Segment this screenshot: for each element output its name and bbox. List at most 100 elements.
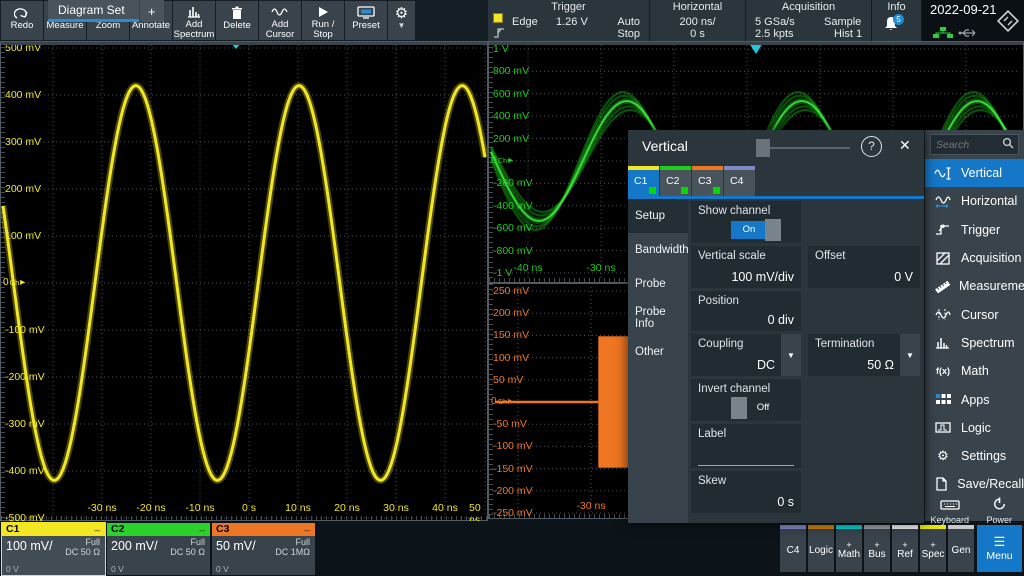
sidebar-item-math[interactable]: f(x)Math: [925, 357, 1024, 385]
channel-badge-c3[interactable]: C3_50 mV/FullDC 1MΩ0 V: [212, 523, 315, 575]
acquisition-hist: Hist 1: [834, 28, 862, 40]
offset-value[interactable]: 0 V: [894, 270, 913, 284]
channel-tab-c3[interactable]: C3: [692, 166, 723, 196]
run-stop-button[interactable]: Run / Stop: [302, 1, 344, 40]
trigger-icon: [933, 223, 953, 236]
label-field[interactable]: Label: [691, 424, 801, 468]
trigger-status[interactable]: Trigger Edge 1.26 V Auto Stop: [487, 0, 649, 41]
delete-icon: [230, 4, 244, 21]
horizontal-status[interactable]: Horizontal 200 ns/ 0 s: [649, 0, 745, 41]
channel-zero-marker[interactable]: 0Ch▸: [491, 155, 513, 166]
dialog-menu-bandwidth[interactable]: Bandwidth: [628, 233, 688, 267]
toggle-knob[interactable]: [765, 219, 781, 241]
add-gen-button[interactable]: Gen: [948, 525, 974, 572]
sidebar-item-horizontal[interactable]: Horizontal: [925, 187, 1024, 215]
dialog-transparency-slider[interactable]: [758, 147, 850, 149]
add-spectrum-button[interactable]: Add Spectrum: [173, 1, 215, 40]
diagram-set-tab[interactable]: Diagram Set +: [48, 0, 164, 22]
add-ref-button[interactable]: +Ref: [892, 525, 918, 572]
channel-badge-c2[interactable]: C2_200 mV/FullDC 50 Ω0 V: [107, 523, 210, 575]
minimize-icon[interactable]: _: [94, 521, 100, 532]
delete-button[interactable]: Delete: [216, 1, 258, 40]
position-field[interactable]: Position 0 div: [691, 291, 801, 331]
redo-button[interactable]: Redo: [1, 1, 43, 40]
invert-channel-field[interactable]: Invert channel Off: [691, 379, 801, 421]
add-logic-button[interactable]: Logic: [808, 525, 834, 572]
dialog-menu-probe-info[interactable]: Probe Info: [628, 301, 688, 335]
sidebar-item-save-recall[interactable]: Save/Recall: [925, 470, 1024, 498]
info-status[interactable]: Info 5: [871, 0, 921, 41]
sidebar-item-logic[interactable]: Logic: [925, 414, 1024, 442]
channel-badge-c1[interactable]: C1_100 mV/FullDC 50 Ω0 V: [2, 523, 105, 575]
termination-field[interactable]: Termination 50 Ω ▼: [808, 334, 920, 376]
search-input[interactable]: [931, 139, 1002, 151]
dialog-menu-setup[interactable]: Setup: [628, 199, 688, 233]
channel-color-stripe: [692, 166, 723, 170]
termination-dropdown-button[interactable]: ▼: [900, 334, 920, 376]
x-axis-tick-label: -10 ns: [185, 502, 214, 514]
vertical-scale-value[interactable]: 100 mV/div: [731, 270, 794, 284]
sidebar-item-vertical[interactable]: Vertical: [925, 159, 1024, 187]
position-value[interactable]: 0 div: [768, 313, 794, 327]
y-axis-tick-label: 400 mV: [493, 110, 529, 122]
keyboard-button[interactable]: Keyboard: [925, 497, 975, 521]
sidebar-item-measurement[interactable]: Measurement: [925, 272, 1024, 300]
channel-offset: 0 V: [216, 564, 229, 574]
coupling-value[interactable]: DC: [757, 358, 775, 372]
slider-handle[interactable]: [756, 139, 770, 157]
channel-bandwidth: Full: [295, 537, 310, 547]
vertical-scale-field[interactable]: Vertical scale 100 mV/div: [691, 246, 801, 288]
dialog-menu-other[interactable]: Other: [628, 335, 688, 369]
close-icon[interactable]: ✕: [899, 137, 911, 154]
add-spec-button[interactable]: +Spec: [920, 525, 946, 572]
sidebar-item-trigger[interactable]: Trigger: [925, 216, 1024, 244]
diagram-c1[interactable]: 500 mV400 mV300 mV200 mV100 mV-100 mV-20…: [0, 41, 488, 521]
menu-button[interactable]: ☰ Menu: [977, 525, 1022, 572]
coupling-dropdown-button[interactable]: ▼: [781, 334, 801, 376]
dialog-menu-probe[interactable]: Probe: [628, 267, 688, 301]
show-channel-toggle[interactable]: On: [731, 221, 783, 239]
add-cursor-button[interactable]: Add Cursor: [259, 1, 301, 40]
channel-tab-c4[interactable]: C4: [724, 166, 755, 196]
skew-field[interactable]: Skew 0 s: [691, 471, 801, 513]
y-axis-tick-label: 800 mV: [493, 65, 529, 77]
skew-value[interactable]: 0 s: [777, 495, 794, 509]
add-diagram-tab-button[interactable]: +: [139, 0, 164, 22]
diagram-set-tab-label[interactable]: Diagram Set: [48, 0, 139, 22]
sidebar-item-apps[interactable]: Apps: [925, 385, 1024, 413]
add-bus-button[interactable]: +Bus: [864, 525, 890, 572]
channel-zero-marker[interactable]: 0Ch▸: [491, 396, 513, 407]
rohde-schwarz-logo: [995, 8, 1021, 34]
minimize-icon[interactable]: _: [199, 521, 205, 532]
toggle-knob[interactable]: [731, 397, 747, 419]
offset-field[interactable]: Offset 0 V: [808, 246, 920, 288]
sidebar-item-acquisition[interactable]: Acquisition: [925, 244, 1024, 272]
sidebar-item-settings[interactable]: ⚙Settings: [925, 442, 1024, 470]
channel-tab-c1[interactable]: C1: [628, 166, 659, 196]
keyboard-icon: [940, 497, 960, 515]
add-math-button[interactable]: +Math: [836, 525, 862, 572]
date-box: 2022-09-21: [922, 0, 1024, 41]
sidebar-items: VerticalHorizontalTriggerAcquisitionMeas…: [925, 159, 1024, 499]
sidebar-item-cursor[interactable]: Cursor: [925, 300, 1024, 328]
y-axis-tick-label: 50 mV: [493, 374, 523, 386]
coupling-field[interactable]: Coupling DC ▼: [691, 334, 801, 376]
sidebar-search[interactable]: [930, 134, 1019, 155]
channel-coupling: DC 1MΩ: [275, 547, 310, 557]
channel-zero-marker[interactable]: 0Ch▸: [3, 277, 25, 288]
show-channel-field[interactable]: Show channel On: [691, 201, 801, 243]
invert-channel-toggle[interactable]: Off: [731, 399, 783, 417]
toolbar-settings-button[interactable]: ⚙▼: [388, 1, 415, 40]
acquisition-status[interactable]: Acquisition 5 GSa/s 2.5 kpts Sample Hist…: [745, 0, 871, 41]
preset-icon: [357, 4, 375, 21]
help-button[interactable]: ?: [861, 136, 882, 157]
preset-button[interactable]: Preset: [345, 1, 387, 40]
minimize-icon[interactable]: _: [304, 521, 310, 532]
channel-tab-c2[interactable]: C2: [660, 166, 691, 196]
diagram-c1-position-bar: [1, 42, 487, 45]
add-c4-button[interactable]: C4: [780, 525, 806, 572]
termination-value[interactable]: 50 Ω: [867, 358, 894, 372]
power-button[interactable]: Power: [975, 497, 1024, 521]
sidebar-item-spectrum[interactable]: Spectrum: [925, 329, 1024, 357]
channel-color-stripe: [724, 166, 755, 170]
